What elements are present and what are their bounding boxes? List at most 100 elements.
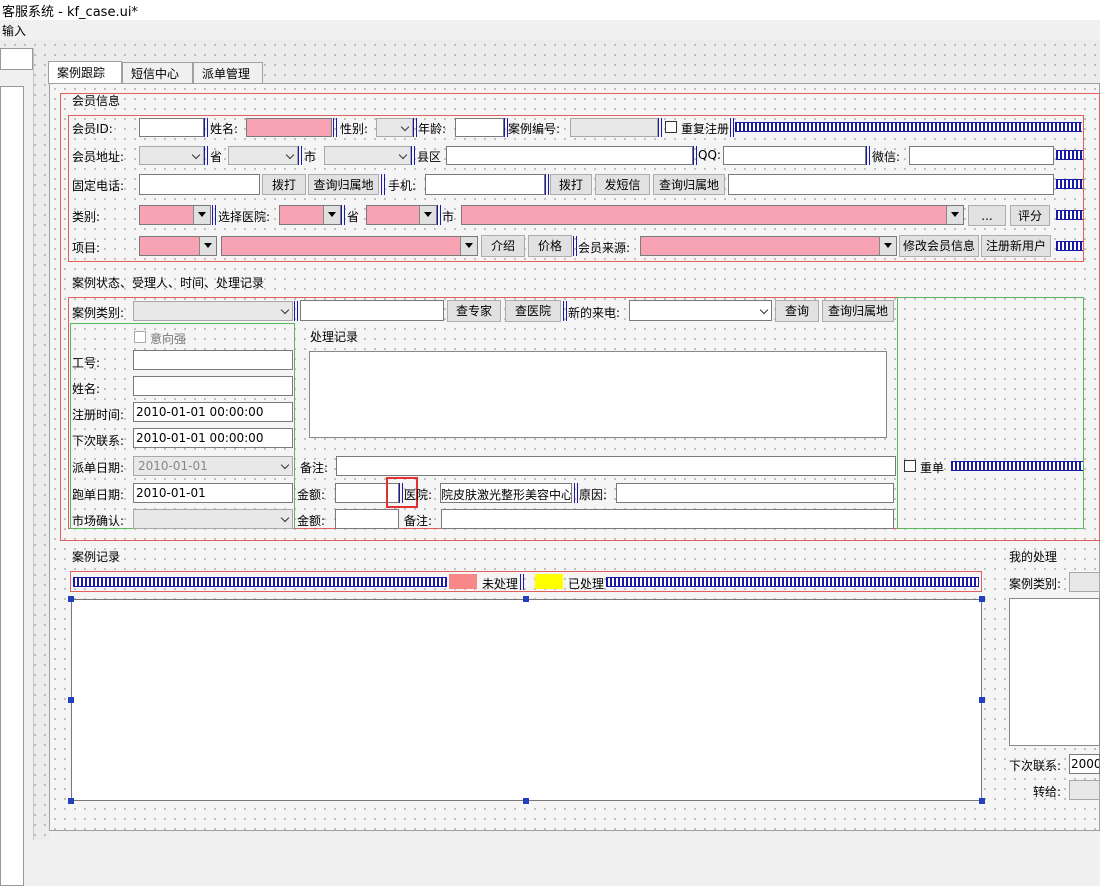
qq-input[interactable]	[723, 146, 866, 165]
dropdown-arrow-icon[interactable]	[199, 237, 216, 255]
resize-handle[interactable]	[523, 798, 529, 804]
choose-hospital-label: 选择医院:	[218, 210, 271, 224]
resize-handle[interactable]	[979, 596, 985, 602]
reason-input[interactable]	[616, 483, 894, 503]
resize-handle[interactable]	[979, 798, 985, 804]
resize-handle[interactable]	[523, 596, 529, 602]
hospital-province-select[interactable]	[366, 205, 437, 225]
project-select[interactable]	[139, 236, 217, 256]
qq-label: QQ:	[698, 148, 721, 162]
remark-input[interactable]	[336, 456, 896, 476]
layout-spacer	[693, 146, 697, 165]
dropdown-arrow-icon[interactable]	[323, 206, 340, 224]
staff-name-input[interactable]	[133, 376, 293, 396]
staff-no-input[interactable]	[133, 350, 293, 370]
hospital-province-label: 省	[347, 210, 360, 224]
tab-dispatch[interactable]: 派单管理	[193, 62, 263, 84]
dropdown-arrow-icon[interactable]	[460, 237, 477, 255]
mobile-input[interactable]	[425, 174, 545, 195]
mine-case-type-label: 案例类别:	[1009, 577, 1062, 591]
check-hospital-button[interactable]: 查医院	[505, 300, 561, 322]
resize-handle[interactable]	[979, 697, 985, 703]
case-type-select[interactable]	[133, 301, 293, 321]
next-contact-input[interactable]: 2010-01-01 00:00:00	[133, 428, 293, 448]
county-input[interactable]	[446, 146, 693, 165]
age-input[interactable]	[455, 118, 504, 137]
mine-record-textarea[interactable]	[1009, 598, 1100, 746]
unprocessed-label: 未处理	[482, 577, 519, 591]
layout-spacer	[866, 146, 870, 165]
case-search-input[interactable]	[300, 300, 444, 321]
horizontal-spacer	[951, 461, 1083, 471]
dropdown-arrow-icon[interactable]	[193, 206, 210, 224]
query-mobile-location-button[interactable]: 查询归属地	[653, 174, 725, 195]
member-group-title: 会员信息	[72, 94, 121, 108]
wechat-input[interactable]	[909, 146, 1054, 165]
repeat-order-checkbox[interactable]	[904, 460, 916, 472]
dial-phone-button[interactable]: 拨打	[262, 174, 306, 195]
window-title-bar: 客服系统 - kf_case.ui*	[0, 0, 1100, 20]
dropdown-arrow-icon[interactable]	[879, 237, 896, 255]
city-select[interactable]	[324, 146, 411, 165]
intent-label: 意向强	[150, 332, 187, 346]
dispatch-date-label: 派单日期:	[72, 461, 125, 475]
province-select[interactable]	[228, 146, 298, 165]
mine-case-type-select[interactable]	[1069, 572, 1100, 592]
price-button[interactable]: 价格	[528, 235, 572, 257]
horizontal-spacer	[1056, 150, 1083, 160]
market-confirm-select[interactable]	[133, 509, 293, 529]
case-query-location-button[interactable]: 查询归属地	[822, 300, 894, 322]
province-label: 省	[210, 150, 223, 164]
remark2-input[interactable]	[441, 509, 894, 529]
layout-spacer	[437, 205, 441, 225]
modify-member-button[interactable]: 修改会员信息	[899, 235, 979, 257]
member-source-select[interactable]	[640, 236, 897, 256]
layout-spacer	[658, 118, 662, 137]
send-sms-button[interactable]: 发短信	[595, 174, 650, 195]
case-no-input[interactable]	[570, 118, 658, 137]
dropdown-arrow-icon[interactable]	[946, 206, 963, 224]
rate-button[interactable]: 评分	[1010, 205, 1050, 226]
dropdown-arrow-icon[interactable]	[419, 206, 436, 224]
intent-checkbox[interactable]	[134, 331, 146, 343]
choose-hospital-select[interactable]	[279, 205, 341, 225]
run-date-label: 跑单日期:	[72, 488, 125, 502]
layout-spacer	[333, 118, 337, 137]
layout-spacer	[341, 205, 345, 225]
intro-button[interactable]: 介绍	[481, 235, 525, 257]
resize-handle[interactable]	[68, 596, 74, 602]
new-call-select[interactable]	[629, 300, 772, 321]
resize-handle[interactable]	[68, 798, 74, 804]
tab-case-tracking[interactable]: 案例跟踪	[48, 61, 122, 84]
left-panel	[0, 48, 34, 886]
amount2-input[interactable]	[335, 509, 399, 529]
resize-handle[interactable]	[68, 697, 74, 703]
category-select[interactable]	[139, 205, 211, 225]
address-select[interactable]	[139, 146, 204, 165]
project-detail-select[interactable]	[221, 236, 478, 256]
process-record-textarea[interactable]	[309, 351, 887, 438]
records-table[interactable]	[71, 599, 982, 801]
hospital-input[interactable]: 院皮肤激光整形美容中心	[440, 483, 572, 503]
member-id-input[interactable]	[139, 118, 204, 137]
gender-select[interactable]	[376, 118, 413, 137]
phone-input[interactable]	[139, 174, 260, 195]
mine-transfer-select[interactable]	[1069, 780, 1100, 800]
menu-item-input[interactable]: 输入	[2, 22, 26, 39]
query-button[interactable]: 查询	[775, 300, 819, 322]
more-button[interactable]: ...	[968, 205, 1006, 226]
repeat-register-checkbox[interactable]	[665, 121, 677, 133]
query-phone-location-button[interactable]: 查询归属地	[308, 174, 379, 195]
hospital-city-select[interactable]	[461, 205, 964, 225]
dial-mobile-button[interactable]: 拨打	[550, 174, 592, 195]
tab-sms-center[interactable]: 短信中心	[122, 62, 193, 84]
mine-next-contact-input[interactable]: 2000-	[1069, 754, 1100, 774]
name-input[interactable]	[246, 118, 332, 137]
register-user-button[interactable]: 注册新用户	[981, 235, 1051, 257]
case-right-grid	[897, 297, 1084, 529]
run-date-input[interactable]: 2010-01-01	[133, 483, 293, 503]
new-call-label: 新的来电:	[568, 306, 621, 320]
check-expert-button[interactable]: 查专家	[447, 300, 501, 322]
reg-time-input[interactable]: 2010-01-01 00:00:00	[133, 402, 293, 422]
dispatch-date-input[interactable]: 2010-01-01	[133, 456, 293, 476]
